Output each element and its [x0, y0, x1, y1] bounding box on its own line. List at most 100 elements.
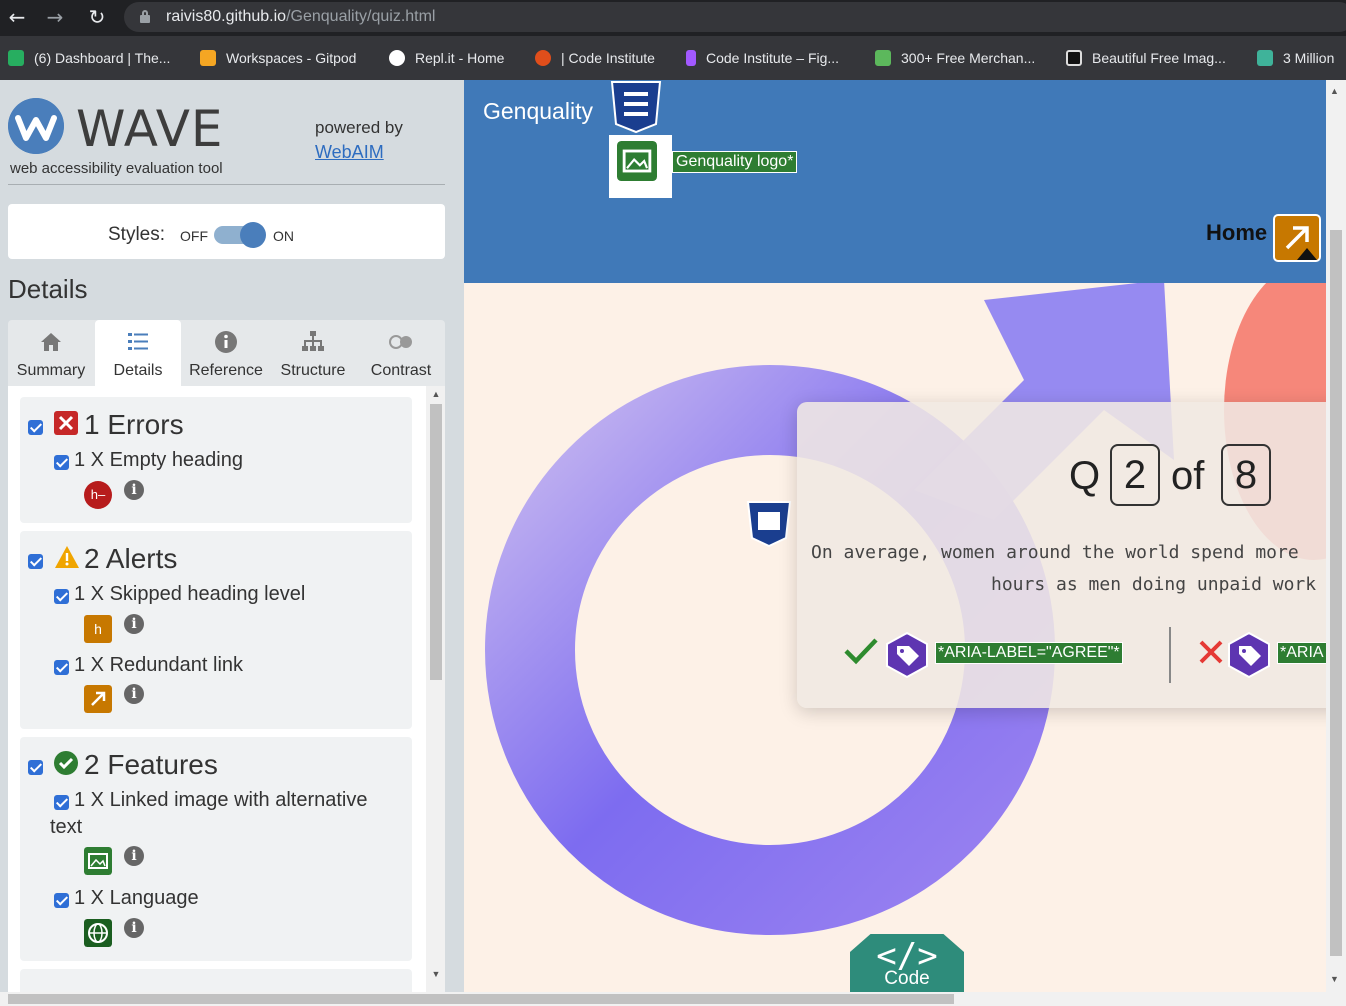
styles-off-label: OFF: [180, 228, 208, 244]
tab-contrast[interactable]: Contrast: [358, 320, 444, 386]
scroll-down-icon[interactable]: ▼: [1330, 974, 1339, 984]
page-scrollbar[interactable]: ▲ ▼: [1326, 80, 1346, 992]
home-link[interactable]: Home: [1206, 220, 1267, 246]
panel-scrollbar[interactable]: ▲ ▼: [426, 386, 445, 992]
question-of: of: [1171, 454, 1205, 498]
horizontal-scroll-thumb[interactable]: [8, 994, 954, 1004]
bookmark-dashboard[interactable]: (6) Dashboard | The...: [8, 48, 170, 68]
bookmark-gitpod[interactable]: Workspaces - Gitpod: [200, 48, 356, 68]
details-panel: 1 Errors 1 X Empty heading h– i 2 Alerts…: [8, 386, 445, 992]
back-icon[interactable]: ←: [4, 4, 30, 30]
linked-image-label: 1 X Linked image with alternative text: [50, 789, 368, 838]
empty-heading-icon[interactable]: h–: [84, 481, 112, 509]
page-scroll-thumb[interactable]: [1330, 230, 1342, 956]
total-questions: 8: [1221, 444, 1271, 506]
forward-icon[interactable]: →: [42, 4, 68, 30]
tag-icon: [1228, 632, 1270, 678]
bookmarks-bar: (6) Dashboard | The... Workspaces - Gitp…: [0, 36, 1346, 80]
alerts-checkbox[interactable]: [28, 554, 43, 569]
bookmark-icon: [1257, 50, 1273, 66]
alerts-card: 2 Alerts 1 X Skipped heading level h i 1…: [20, 531, 412, 729]
info-icon[interactable]: i: [124, 480, 144, 500]
structure-icon: [302, 331, 324, 351]
brand-title[interactable]: Genquality: [483, 98, 593, 125]
errors-title: 1 Errors: [84, 409, 184, 440]
cross-icon[interactable]: [1197, 638, 1225, 666]
info-icon[interactable]: i: [124, 918, 144, 938]
panel-scroll-thumb[interactable]: [430, 404, 442, 680]
logo-alt-tag: Genquality logo*: [672, 151, 798, 173]
empty-heading-label: 1 X Empty heading: [74, 449, 243, 471]
skipped-heading-icon[interactable]: h: [84, 615, 112, 643]
features-title: 2 Features: [84, 749, 218, 780]
feature-icon: [54, 751, 78, 775]
bookmark-icon: [389, 50, 405, 66]
browser-toolbar: ← → ↻ raivis80.github.io/Genquality/quiz…: [0, 0, 1346, 36]
language-label: 1 X Language: [74, 887, 199, 909]
bookmark-3million[interactable]: 3 Million: [1257, 48, 1334, 68]
question-prefix: Q: [1069, 454, 1101, 498]
horizontal-scrollbar[interactable]: [0, 992, 1346, 1006]
address-bar[interactable]: raivis80.github.io/Genquality/quiz.html: [124, 2, 1346, 32]
code-label: Code: [884, 968, 930, 989]
check-icon[interactable]: [843, 636, 879, 666]
tab-details[interactable]: Details: [95, 320, 181, 386]
info-icon: [215, 331, 237, 353]
skipped-heading-checkbox[interactable]: [54, 589, 69, 604]
bookmark-icon: [1066, 50, 1082, 66]
tag-icon: [886, 632, 928, 678]
errors-checkbox[interactable]: [28, 420, 43, 435]
info-icon[interactable]: i: [124, 614, 144, 634]
figma-icon: [686, 50, 696, 66]
alerts-title: 2 Alerts: [84, 543, 178, 574]
bookmark-unsplash[interactable]: Beautiful Free Imag...: [1066, 48, 1226, 68]
question-line-2: hours as men doing unpaid work: [991, 574, 1317, 595]
redundant-link-icon[interactable]: [84, 685, 112, 713]
answer-separator: [1169, 627, 1171, 683]
tab-reference[interactable]: Reference: [183, 320, 269, 386]
current-question-number: 2: [1110, 444, 1160, 506]
scroll-up-icon[interactable]: ▲: [1330, 86, 1339, 96]
errors-card: 1 Errors 1 X Empty heading h– i: [20, 397, 412, 523]
css-icon: [610, 81, 662, 134]
empty-heading-checkbox[interactable]: [54, 455, 69, 470]
styles-label: Styles:: [108, 224, 166, 245]
redundant-link-icon: [1273, 214, 1321, 262]
language-checkbox[interactable]: [54, 893, 69, 908]
linked-image-icon[interactable]: [84, 847, 112, 875]
bookmark-merch[interactable]: 300+ Free Merchan...: [875, 48, 1035, 68]
wave-title: WAVE: [76, 100, 224, 158]
scroll-down-icon[interactable]: ▼: [430, 968, 442, 980]
code-button[interactable]: </> Code: [850, 934, 964, 992]
bookmark-icon: [535, 50, 551, 66]
bookmark-replit[interactable]: Repl.it - Home: [389, 48, 504, 68]
url-text: raivis80.github.io/Genquality/quiz.html: [166, 8, 436, 25]
divider: [8, 184, 445, 185]
alert-icon: [55, 546, 79, 568]
disagree-aria-tag: *ARIA: [1277, 642, 1326, 664]
error-icon: [54, 411, 78, 435]
info-icon[interactable]: i: [124, 846, 144, 866]
tab-summary[interactable]: Summary: [8, 320, 94, 386]
reload-icon[interactable]: ↻: [84, 4, 110, 30]
logo-image[interactable]: [609, 135, 672, 198]
styles-toggle-knob[interactable]: [240, 222, 266, 248]
home-icon: [41, 333, 61, 351]
bookmark-code-institute[interactable]: | Code Institute: [535, 48, 655, 68]
quiz-card: Q 2 of 8 On average, women around the wo…: [797, 402, 1326, 708]
info-icon[interactable]: i: [124, 684, 144, 704]
bookmark-figma[interactable]: Code Institute – Fig...: [686, 48, 839, 68]
redundant-link-checkbox[interactable]: [54, 660, 69, 675]
bookmark-icon: [875, 50, 891, 66]
wave-tabs: Summary Details Reference Structure Cont: [8, 320, 445, 386]
question-line-1: On average, women around the world spend…: [811, 542, 1299, 563]
bookmark-icon: [8, 50, 24, 66]
skipped-heading-label: 1 X Skipped heading level: [74, 583, 306, 605]
features-checkbox[interactable]: [28, 760, 43, 775]
scroll-up-icon[interactable]: ▲: [430, 388, 442, 400]
globe-icon[interactable]: [84, 919, 112, 947]
tab-structure[interactable]: Structure: [270, 320, 356, 386]
webaim-link[interactable]: WebAIM: [315, 142, 384, 163]
wave-sidebar: WAVE web accessibility evaluation tool p…: [0, 80, 464, 992]
redundant-link-label: 1 X Redundant link: [74, 654, 244, 676]
